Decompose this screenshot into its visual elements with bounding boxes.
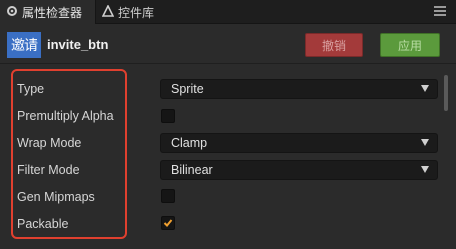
checkmark-icon bbox=[163, 219, 173, 227]
tab-inspector-label: 属性检查器 bbox=[22, 5, 83, 20]
wrap-mode-select[interactable]: Clamp bbox=[160, 133, 438, 153]
highlight-box bbox=[11, 69, 127, 239]
packable-checkbox[interactable] bbox=[161, 216, 175, 230]
chevron-down-icon bbox=[421, 85, 429, 92]
filter-mode-select[interactable]: Bilinear bbox=[160, 160, 438, 180]
menu-icon[interactable] bbox=[434, 6, 446, 16]
node-icon: 邀请 bbox=[7, 32, 41, 58]
panel-tab-bar: 属性检查器 控件库 bbox=[0, 0, 456, 24]
scrollbar[interactable] bbox=[444, 75, 448, 111]
type-value: Sprite bbox=[171, 82, 204, 96]
wrap-mode-value: Clamp bbox=[171, 136, 208, 150]
chevron-down-icon bbox=[421, 166, 429, 173]
gear-icon bbox=[6, 5, 18, 20]
triangle-icon bbox=[101, 3, 115, 20]
node-name: invite_btn bbox=[47, 37, 109, 52]
premultiply-alpha-checkbox[interactable] bbox=[161, 109, 175, 123]
apply-button[interactable]: 应用 bbox=[380, 33, 440, 57]
filter-mode-value: Bilinear bbox=[171, 163, 213, 177]
tab-inspector[interactable]: 属性检查器 bbox=[0, 0, 96, 24]
chevron-down-icon bbox=[421, 139, 429, 146]
tab-widget-library[interactable]: 控件库 bbox=[96, 0, 206, 24]
revert-button[interactable]: 撤销 bbox=[305, 33, 363, 57]
gen-mipmaps-checkbox[interactable] bbox=[161, 189, 175, 203]
type-select[interactable]: Sprite bbox=[160, 79, 438, 99]
header-divider bbox=[0, 63, 456, 64]
tab-widget-library-label: 控件库 bbox=[118, 5, 155, 20]
